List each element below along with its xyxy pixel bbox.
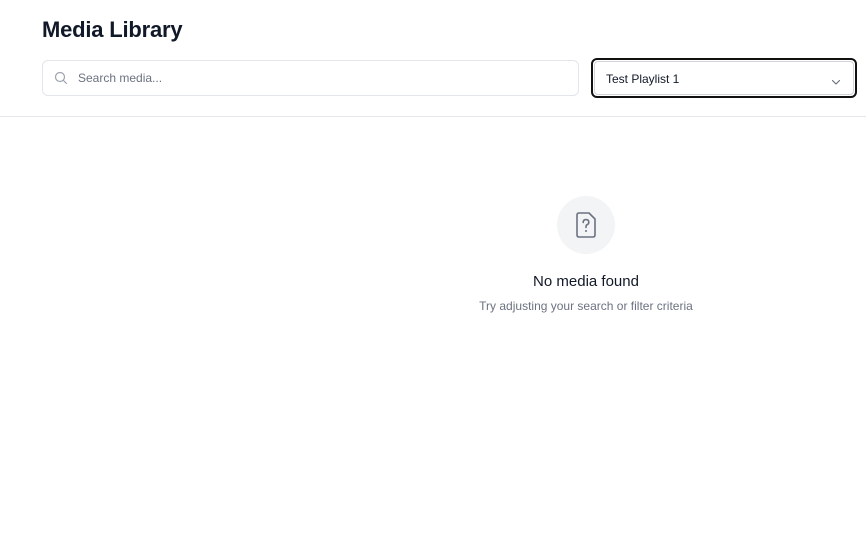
empty-state-title: No media found bbox=[533, 273, 639, 290]
page-header: Media Library Test Playlist 1 bbox=[0, 0, 866, 117]
file-question-icon bbox=[576, 212, 596, 238]
chevron-down-icon bbox=[831, 74, 841, 85]
empty-state-subtitle: Try adjusting your search or filter crit… bbox=[479, 299, 693, 313]
search-icon bbox=[54, 71, 68, 85]
search-box[interactable] bbox=[42, 60, 579, 96]
playlist-select[interactable]: Test Playlist 1 bbox=[591, 58, 857, 98]
page-title: Media Library bbox=[42, 17, 183, 42]
empty-state-icon-wrapper bbox=[557, 196, 615, 254]
playlist-select-value: Test Playlist 1 bbox=[606, 72, 680, 86]
search-input[interactable] bbox=[78, 61, 568, 95]
